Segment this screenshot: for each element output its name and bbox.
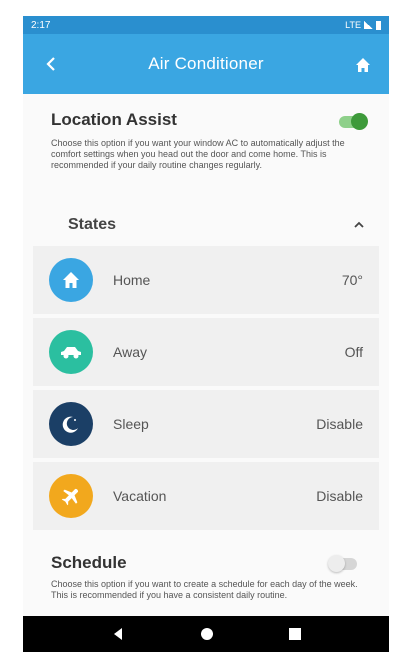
schedule-toggle[interactable] [328, 555, 357, 572]
status-indicators: LTE [345, 20, 381, 30]
state-row-away[interactable]: Away Off [33, 318, 379, 386]
state-value: 70° [341, 272, 363, 288]
location-assist-title: Location Assist [51, 110, 177, 129]
chevron-left-icon [46, 57, 55, 71]
app-bar: Air Conditioner [23, 34, 389, 94]
state-label: Sleep [113, 416, 149, 432]
moon-icon [62, 416, 78, 433]
states-title: States [68, 216, 117, 233]
location-assist-description: Choose this option if you want your wind… [51, 138, 345, 170]
state-icon-sleep [49, 402, 93, 446]
phone-screen: 2:17 LTE Air Conditioner Location Assist… [23, 16, 389, 652]
state-label: Vacation [113, 488, 167, 504]
schedule-description: Choose this option if you want to create… [51, 579, 358, 600]
states-header[interactable]: States [33, 206, 379, 244]
nav-recents-icon[interactable] [289, 628, 302, 640]
toggle-knob [328, 555, 345, 572]
nav-back-icon[interactable] [111, 627, 125, 641]
system-nav-bar [23, 616, 389, 652]
airplane-icon [61, 488, 79, 506]
home-icon [356, 58, 370, 72]
state-icon-vacation [49, 474, 93, 518]
state-icon-away [49, 330, 93, 374]
toggle-knob [351, 113, 368, 130]
car-icon [61, 347, 81, 359]
status-time: 2:17 [31, 19, 51, 31]
battery-icon [376, 20, 381, 30]
signal-icon [364, 21, 373, 29]
page-title: Air Conditioner [148, 54, 264, 73]
content-area: Location Assist Choose this option if yo… [23, 94, 389, 616]
status-network: LTE [345, 20, 361, 30]
location-assist-toggle[interactable] [339, 113, 368, 130]
home-icon [63, 272, 79, 288]
state-icon-home [49, 258, 93, 302]
back-button[interactable] [39, 52, 63, 76]
state-value: Disable [316, 416, 363, 432]
chevron-up-icon [354, 221, 364, 228]
state-label: Away [113, 344, 147, 360]
state-value: Disable [316, 488, 363, 504]
state-value: Off [344, 344, 363, 360]
schedule-title: Schedule [51, 553, 127, 572]
home-button[interactable] [351, 53, 375, 77]
status-bar: 2:17 LTE [23, 16, 389, 34]
state-row-vacation[interactable]: Vacation Disable [33, 462, 379, 530]
state-label: Home [113, 272, 151, 288]
nav-home-icon[interactable] [200, 627, 214, 641]
state-row-sleep[interactable]: Sleep Disable [33, 390, 379, 458]
states-list: Home 70° Away Off Sleep Disable Vacation… [33, 246, 379, 534]
state-row-home[interactable]: Home 70° [33, 246, 379, 314]
